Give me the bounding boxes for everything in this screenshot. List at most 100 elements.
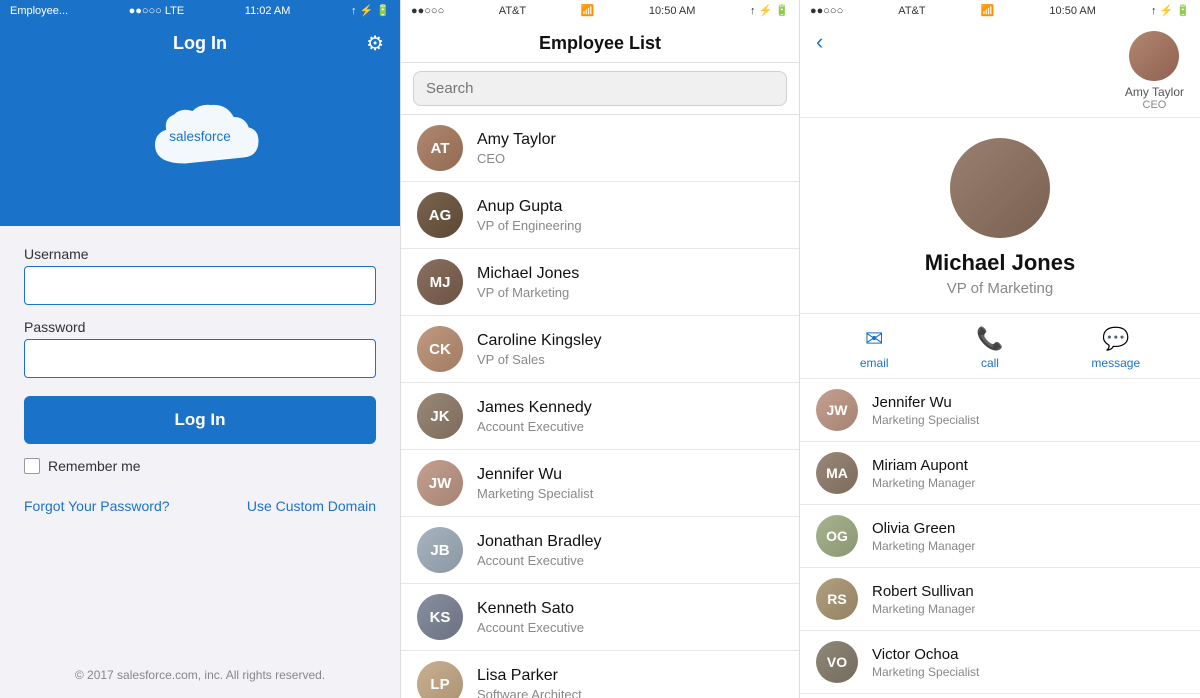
employee-avatar: JK	[417, 393, 463, 439]
report-list-item[interactable]: OG Olivia Green Marketing Manager	[800, 505, 1200, 568]
login-footer: © 2017 salesforce.com, inc. All rights r…	[75, 668, 325, 682]
password-label: Password	[24, 319, 376, 335]
employee-name: Kenneth Sato	[477, 600, 584, 618]
employee-title: Marketing Specialist	[477, 486, 593, 501]
email-icon: ✉	[865, 326, 883, 352]
employee-title: VP of Sales	[477, 352, 602, 367]
list-signal: ●●○○○	[411, 5, 444, 17]
message-label: message	[1091, 356, 1140, 370]
employee-name: Lisa Parker	[477, 667, 582, 685]
detail-status-bar: ●●○○○ AT&T 📶 10:50 AM ↑ ⚡ 🔋	[800, 0, 1200, 21]
mini-profile: Amy Taylor CEO	[1125, 31, 1184, 111]
back-button[interactable]: ‹	[816, 29, 823, 55]
employee-name: Caroline Kingsley	[477, 332, 602, 350]
mini-avatar	[1129, 31, 1179, 81]
employee-avatar: MJ	[417, 259, 463, 305]
remember-checkbox[interactable]	[24, 458, 40, 474]
login-links: Forgot Your Password? Use Custom Domain	[24, 498, 376, 514]
report-info: Miriam Aupont Marketing Manager	[872, 457, 975, 490]
report-avatar: VO	[816, 641, 858, 683]
login-status-bar: Employee... ●●○○○ LTE 11:02 AM ↑ ⚡ 🔋	[0, 0, 400, 21]
detail-carrier: AT&T	[898, 5, 925, 17]
message-icon: 💬	[1102, 326, 1129, 352]
search-input[interactable]	[413, 71, 787, 106]
employee-list-item[interactable]: LP Lisa Parker Software Architect	[401, 651, 799, 698]
employee-info: Jennifer Wu Marketing Specialist	[477, 466, 593, 501]
employee-title: Account Executive	[477, 553, 602, 568]
logo-area: salesforce	[0, 66, 400, 226]
report-name: Olivia Green	[872, 520, 975, 537]
employee-avatar: JW	[417, 460, 463, 506]
list-title: Employee List	[539, 33, 661, 53]
employee-list-item[interactable]: KS Kenneth Sato Account Executive	[401, 584, 799, 651]
report-title: Marketing Manager	[872, 476, 975, 490]
password-input[interactable]	[24, 339, 376, 378]
remember-label: Remember me	[48, 458, 141, 474]
report-avatar: OG	[816, 515, 858, 557]
username-label: Username	[24, 246, 376, 262]
login-form: Username Password Log In Remember me For…	[0, 226, 400, 698]
call-action-button[interactable]: 📞 call	[976, 326, 1003, 370]
detail-signal: ●●○○○	[810, 5, 843, 17]
mini-name: Amy Taylor	[1125, 85, 1184, 99]
employee-list-item[interactable]: MJ Michael Jones VP of Marketing	[401, 249, 799, 316]
phone-icon: 📞	[976, 326, 1003, 352]
report-name: Jennifer Wu	[872, 394, 979, 411]
employee-info: Kenneth Sato Account Executive	[477, 600, 584, 635]
report-info: Jennifer Wu Marketing Specialist	[872, 394, 979, 427]
login-button[interactable]: Log In	[24, 396, 376, 444]
employee-list-item[interactable]: CK Caroline Kingsley VP of Sales	[401, 316, 799, 383]
list-header: Employee List	[401, 21, 799, 63]
employee-list-item[interactable]: JB Jonathan Bradley Account Executive	[401, 517, 799, 584]
employee-avatar: AG	[417, 192, 463, 238]
main-profile-section: Michael Jones VP of Marketing	[800, 118, 1200, 314]
forgot-password-link[interactable]: Forgot Your Password?	[24, 498, 170, 514]
employee-info: Caroline Kingsley VP of Sales	[477, 332, 602, 367]
main-avatar	[950, 138, 1050, 238]
employee-info: Michael Jones VP of Marketing	[477, 265, 579, 300]
employee-list-item[interactable]: JK James Kennedy Account Executive	[401, 383, 799, 450]
employee-list: AT Amy Taylor CEO AG Anup Gupta VP of En…	[401, 115, 799, 698]
main-profile-name: Michael Jones	[925, 250, 1075, 276]
employee-avatar: AT	[417, 125, 463, 171]
detail-panel: ●●○○○ AT&T 📶 10:50 AM ↑ ⚡ 🔋 ‹ Amy Taylor…	[800, 0, 1200, 698]
employee-info: Lisa Parker Software Architect	[477, 667, 582, 698]
call-label: call	[981, 356, 999, 370]
employee-name: Jennifer Wu	[477, 466, 593, 484]
salesforce-logo: salesforce	[120, 96, 280, 186]
employee-list-item[interactable]: JW Jennifer Wu Marketing Specialist	[401, 450, 799, 517]
report-title: Marketing Manager	[872, 602, 975, 616]
employee-list-item[interactable]: AG Anup Gupta VP of Engineering	[401, 182, 799, 249]
employee-name: Michael Jones	[477, 265, 579, 283]
email-action-button[interactable]: ✉ email	[860, 326, 889, 370]
message-action-button[interactable]: 💬 message	[1091, 326, 1140, 370]
detail-back-section: ‹ Amy Taylor CEO	[800, 21, 1200, 118]
password-field-group: Password	[24, 319, 376, 378]
signal-indicator: ●●○○○ LTE	[129, 5, 185, 17]
gear-icon[interactable]: ⚙	[366, 31, 384, 56]
list-time: 10:50 AM	[649, 5, 695, 17]
report-list-item[interactable]: RS Robert Sullivan Marketing Manager	[800, 568, 1200, 631]
list-carrier: AT&T	[499, 5, 526, 17]
report-name: Victor Ochoa	[872, 646, 979, 663]
report-info: Olivia Green Marketing Manager	[872, 520, 975, 553]
report-info: Victor Ochoa Marketing Specialist	[872, 646, 979, 679]
employee-list-item[interactable]: AT Amy Taylor CEO	[401, 115, 799, 182]
report-avatar: RS	[816, 578, 858, 620]
custom-domain-link[interactable]: Use Custom Domain	[247, 498, 376, 514]
report-list-item[interactable]: JW Jennifer Wu Marketing Specialist	[800, 379, 1200, 442]
employee-title: VP of Engineering	[477, 218, 582, 233]
username-field-group: Username	[24, 246, 376, 305]
employee-avatar: CK	[417, 326, 463, 372]
report-list-item[interactable]: VO Victor Ochoa Marketing Specialist	[800, 631, 1200, 694]
list-battery: ↑ ⚡ 🔋	[750, 4, 789, 17]
detail-battery: ↑ ⚡ 🔋	[1151, 4, 1190, 17]
employee-title: Software Architect	[477, 687, 582, 698]
username-input[interactable]	[24, 266, 376, 305]
detail-time: 10:50 AM	[1049, 5, 1095, 17]
employee-list-panel: ●●○○○ AT&T 📶 10:50 AM ↑ ⚡ 🔋 Employee Lis…	[400, 0, 800, 698]
time-label: 11:02 AM	[245, 5, 291, 17]
report-info: Robert Sullivan Marketing Manager	[872, 583, 975, 616]
detail-wifi: 📶	[981, 4, 995, 17]
report-list-item[interactable]: MA Miriam Aupont Marketing Manager	[800, 442, 1200, 505]
